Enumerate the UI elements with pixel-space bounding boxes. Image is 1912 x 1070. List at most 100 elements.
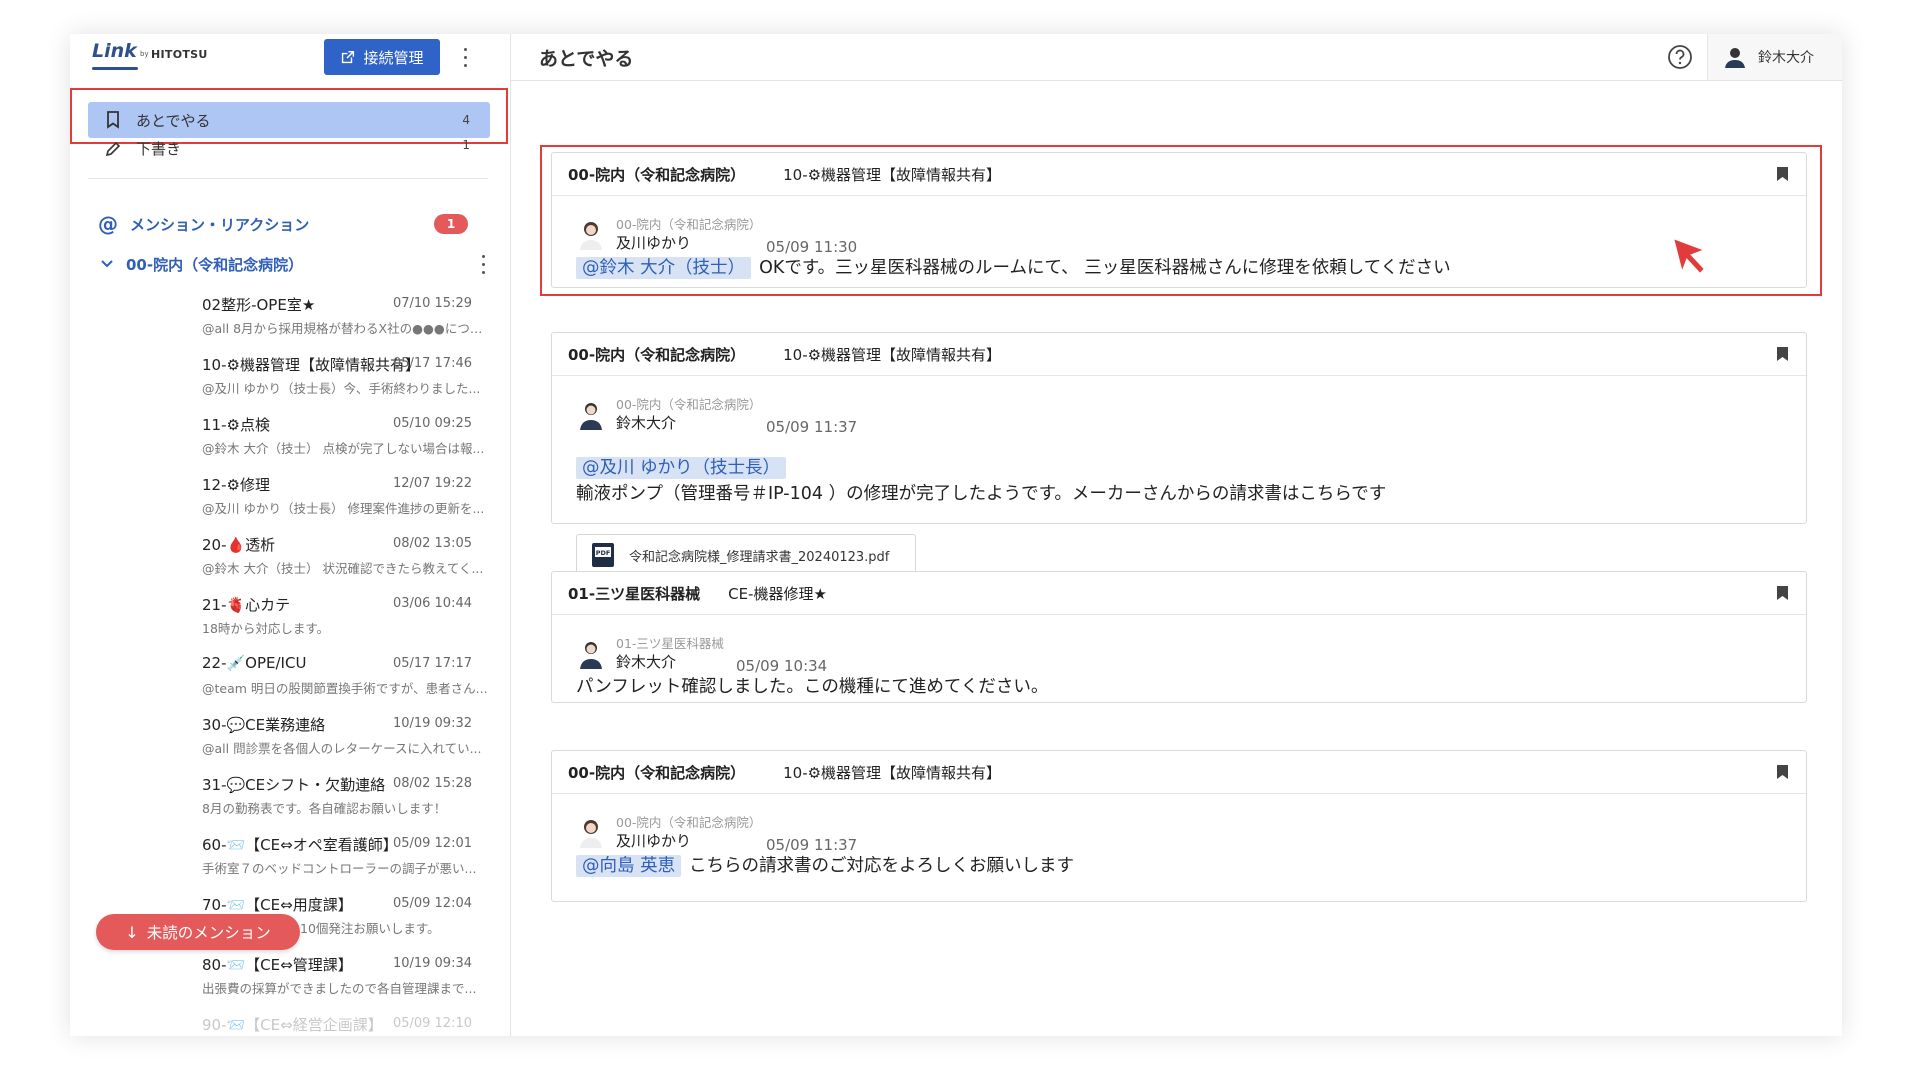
channel-time: 03/06 10:44 bbox=[392, 596, 472, 611]
avatar bbox=[580, 403, 602, 430]
logo-underline bbox=[92, 67, 138, 70]
bookmark-filled-icon[interactable] bbox=[1777, 765, 1788, 779]
svg-text:PDF: PDF bbox=[596, 549, 611, 557]
message-mention-line: @及川 ゆかり（技士長） bbox=[576, 454, 787, 479]
channel-item[interactable]: 21-🫀心カテ 03/06 10:44 18時から対応します。 bbox=[70, 592, 510, 652]
message-user: 及川ゆかり bbox=[616, 832, 692, 850]
message-body: OKです。三ッ星医科器械のルームにて、 三ッ星医科器械さんに修理を依頼してくださ… bbox=[759, 258, 1451, 278]
workspace-group[interactable]: 00-院内（令和記念病院） bbox=[100, 250, 500, 278]
workspace-group-label: 00-院内（令和記念病院） bbox=[126, 255, 304, 274]
unread-mentions-button[interactable]: ↓ 未読のメンション bbox=[96, 914, 300, 950]
message-source: 00-院内（令和記念病院） bbox=[616, 815, 762, 830]
nav-drafts-label: 下書き bbox=[136, 140, 182, 158]
channel-item[interactable]: 60-📨【CE⇔オペ室看護師】 05/09 12:01 手術室７のベッドコントローラ… bbox=[70, 832, 510, 892]
bookmark-filled-icon[interactable] bbox=[1777, 586, 1788, 600]
bookmark-filled-icon[interactable] bbox=[1777, 347, 1788, 361]
help-icon[interactable] bbox=[1667, 44, 1693, 70]
channel-preview: 出張費の採算ができましたので各自管理課まで... bbox=[202, 981, 477, 996]
channel-time: 10/19 09:34 bbox=[392, 956, 472, 971]
channel-time: 07/10 15:29 bbox=[392, 296, 472, 311]
mention-tag[interactable]: @鈴木 大介（技士） bbox=[576, 257, 752, 279]
channel-preview: @all 問診票を各個人のレターケースに入れてい... bbox=[202, 741, 482, 756]
card-channel: CE-機器修理★ bbox=[728, 584, 827, 603]
message-time: 05/09 11:37 bbox=[766, 418, 858, 436]
nav-later-label: あとでやる bbox=[136, 111, 211, 130]
channel-preview: 手術室７のベッドコントローラーの調子が悪い... bbox=[202, 861, 477, 876]
sidebar-divider bbox=[88, 178, 488, 179]
card-channel: 10-⚙機器管理【故障情報共有】 bbox=[783, 165, 1002, 184]
channel-time: 05/17 17:46 bbox=[392, 356, 472, 371]
channel-item[interactable]: 20-🩸透析 08/02 13:05 @鈴木 大介（技士） 状況確認できたら教えてく… bbox=[70, 532, 510, 592]
logo-company-text: HITOTSU bbox=[151, 48, 208, 61]
logo-by-text: by bbox=[140, 50, 149, 58]
card-header: 01-三ツ星医科器械 CE-機器修理★ bbox=[552, 572, 1806, 615]
chevron-down-icon bbox=[100, 255, 114, 273]
channel-item[interactable]: 80-📨【CE⇔管理課】 10/19 09:34 出張費の採算ができましたので各自管… bbox=[70, 952, 510, 1012]
nav-item-later[interactable]: あとでやる 4 bbox=[88, 102, 490, 138]
avatar bbox=[580, 222, 602, 250]
card-header: 00-院内（令和記念病院） 10-⚙機器管理【故障情報共有】 bbox=[552, 153, 1806, 196]
saved-message-card[interactable]: 01-三ツ星医科器械 CE-機器修理★ 01-三ツ星医科器械 鈴木大介 05/0… bbox=[551, 571, 1807, 703]
main-header: あとでやる 鈴木大介 bbox=[511, 34, 1842, 81]
message-user: 鈴木大介 bbox=[616, 414, 677, 432]
channel-time: 05/09 12:04 bbox=[392, 896, 472, 911]
channel-name: 21-🫀心カテ bbox=[202, 596, 291, 614]
card-header: 00-院内（令和記念病院） 10-⚙機器管理【故障情報共有】 bbox=[552, 333, 1806, 376]
channel-name: 80-📨【CE⇔管理課】 bbox=[202, 956, 353, 974]
message-source: 00-院内（令和記念病院） bbox=[616, 217, 762, 232]
channel-name: 60-📨【CE⇔オペ室看護師】 bbox=[202, 836, 398, 854]
message-body: 輸液ポンプ（管理番号＃IP-104 ）の修理が完了したようです。メーカーさんから… bbox=[576, 484, 1387, 504]
bookmark-icon bbox=[102, 109, 124, 131]
mention-tag[interactable]: @及川 ゆかり（技士長） bbox=[576, 457, 787, 479]
pdf-attachment[interactable]: PDF 令和記念病院様_修理請求書_20240123.pdf bbox=[576, 534, 916, 576]
channel-item[interactable]: 10-⚙機器管理【故障情報共有】 05/17 17:46 @及川 ゆかり（技士長）今… bbox=[70, 352, 510, 412]
page-title: あとでやる bbox=[539, 48, 634, 70]
channel-preview: 8月の勤務表です。各自確認お願いします！ bbox=[202, 801, 447, 816]
mention-tag[interactable]: @向島 英恵 bbox=[576, 855, 682, 877]
channel-time: 05/09 12:01 bbox=[392, 836, 472, 851]
bookmark-filled-icon[interactable] bbox=[1777, 167, 1788, 181]
saved-message-card[interactable]: 00-院内（令和記念病院） 10-⚙機器管理【故障情報共有】 00-院内（令和記… bbox=[551, 750, 1807, 902]
channel-time: 05/17 17:17 bbox=[392, 656, 472, 671]
saved-message-card[interactable]: 00-院内（令和記念病院） 10-⚙機器管理【故障情報共有】 00-院内（令和記… bbox=[551, 152, 1807, 288]
logo[interactable]: Link by HITOTSU bbox=[92, 38, 212, 72]
nav-drafts-count: 1 bbox=[462, 138, 470, 152]
sidebar-more-icon[interactable] bbox=[458, 45, 472, 69]
channel-name: 12-⚙修理 bbox=[202, 476, 270, 494]
message-user: 鈴木大介 bbox=[616, 653, 677, 671]
saved-message-card[interactable]: 00-院内（令和記念病院） 10-⚙機器管理【故障情報共有】 00-院内（令和記… bbox=[551, 332, 1807, 576]
pdf-file-icon: PDF bbox=[592, 543, 614, 567]
user-menu[interactable]: 鈴木大介 bbox=[1707, 34, 1842, 80]
channel-time: 10/19 09:32 bbox=[392, 716, 472, 731]
message-body: パンフレット確認しました。この機種にて進めてください。 bbox=[576, 677, 1049, 697]
channel-item[interactable]: 90-📨【CE⇔経営企画課】 05/09 12:10 bbox=[70, 1012, 510, 1036]
channel-name: 30-💬CE業務連絡 bbox=[202, 716, 326, 734]
nav-item-drafts[interactable]: 下書き 1 bbox=[88, 138, 490, 164]
group-more-icon[interactable] bbox=[476, 252, 490, 276]
message-text: 輸液ポンプ（管理番号＃IP-104 ）の修理が完了したようです。メーカーさんから… bbox=[576, 480, 1386, 505]
message-text: @鈴木 大介（技士） OKです。三ッ星医科器械のルームにて、 三ッ星医科器械さんに… bbox=[576, 254, 1451, 279]
app-window: Link by HITOTSU 接続管理 あとでやる 4 下書き 1 @ メンシ… bbox=[70, 34, 1842, 1036]
logo-link-text: Link bbox=[92, 40, 137, 62]
sidebar: Link by HITOTSU 接続管理 あとでやる 4 下書き 1 @ メンシ… bbox=[70, 34, 511, 1036]
channel-name: 11-⚙点検 bbox=[202, 416, 270, 434]
main-panel: あとでやる 鈴木大介 00-院内（令和記念病院） 10-⚙機器管理【故障情報共有… bbox=[511, 34, 1842, 1036]
channel-item[interactable]: 31-💬CEシフト・欠勤連絡 08/02 15:28 8月の勤務表です。各自確認お願… bbox=[70, 772, 510, 832]
connection-manage-button[interactable]: 接続管理 bbox=[324, 39, 440, 75]
channel-preview: @及川 ゆかり（技士長）今、手術終わりました... bbox=[202, 381, 481, 396]
avatar bbox=[580, 642, 602, 669]
channel-item[interactable]: 02整形-OPE室★ 07/10 15:29 @all 8月から採用規格が替わるX社… bbox=[70, 292, 510, 352]
channel-item[interactable]: 30-💬CE業務連絡 10/19 09:32 @all 問診票を各個人のレターケース… bbox=[70, 712, 510, 772]
message-text: @向島 英恵 こちらの請求書のご対応をよろしくお願いします bbox=[576, 852, 1074, 877]
channel-item[interactable]: 22-💉OPE/ICU 05/17 17:17 @team 明日の股関節置換手術です… bbox=[70, 652, 510, 712]
unread-mentions-label: 未読のメンション bbox=[146, 924, 271, 942]
channel-preview: 18時から対応します。 bbox=[202, 621, 330, 636]
channel-name: 90-📨【CE⇔経営企画課】 bbox=[202, 1016, 383, 1034]
channel-preview: @team 明日の股関節置換手術ですが、患者さん... bbox=[202, 681, 488, 696]
channel-item[interactable]: 11-⚙点検 05/10 09:25 @鈴木 大介（技士） 点検が完了しない場合は報… bbox=[70, 412, 510, 472]
channel-preview: @鈴木 大介（技士） 点検が完了しない場合は報... bbox=[202, 441, 485, 456]
channel-item[interactable]: 12-⚙修理 12/07 19:22 @及川 ゆかり（技士長） 修理案件進捗の更新を… bbox=[70, 472, 510, 532]
avatar bbox=[580, 820, 602, 848]
user-avatar bbox=[1725, 48, 1745, 68]
mentions-section[interactable]: @ メンション・リアクション 1 bbox=[98, 210, 498, 238]
